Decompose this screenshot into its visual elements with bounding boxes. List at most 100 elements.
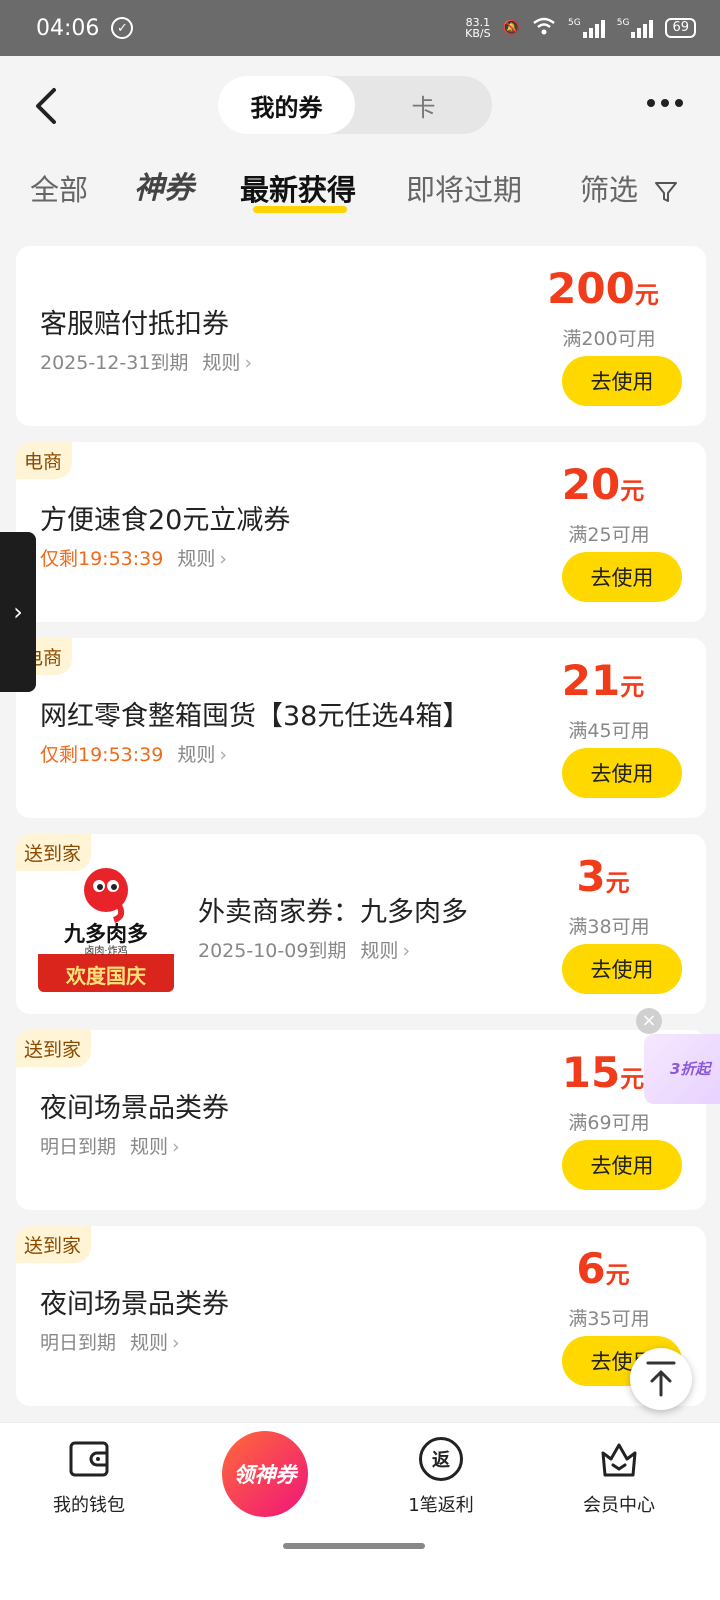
nav-member-center[interactable]: 会员中心 bbox=[554, 1437, 684, 1517]
coupon-rules-link[interactable]: 规则 bbox=[177, 744, 215, 766]
store-logo: 九多肉多 卤肉·炸鸡 欢度国庆 bbox=[38, 858, 174, 992]
signal-label-2: 5G bbox=[616, 18, 630, 28]
filter-tabs: 全部 神券 最新获得 即将过期 筛选 bbox=[0, 161, 720, 219]
chevron-right-icon: › bbox=[13, 598, 23, 626]
coupon-amount-value: 20 bbox=[561, 460, 621, 509]
coupon-card[interactable]: 电商 网红零食整箱囤货【38元任选4箱】 仅剩19:53:39 规则 › 21元 满… bbox=[16, 638, 706, 818]
coupon-condition: 满38可用 bbox=[568, 916, 650, 938]
rebate-icon: 返 bbox=[419, 1437, 463, 1481]
coupon-meta: 明日到期 规则 › bbox=[40, 1328, 180, 1355]
status-bar: 04:06 ✓ 83.1 KB/S 🔕 5G 5G 69 bbox=[0, 0, 720, 56]
coupon-amount: 200元 bbox=[528, 264, 678, 313]
coupon-expiry: 明日到期 bbox=[40, 1136, 117, 1158]
coupon-amount-value: 200 bbox=[547, 264, 635, 313]
coupon-rules-link[interactable]: 规则 bbox=[360, 940, 398, 962]
home-indicator[interactable] bbox=[283, 1543, 425, 1549]
coupon-card[interactable]: 九多肉多 卤肉·炸鸡 欢度国庆 送到家 外卖商家券：九多肉多 2025-10-0… bbox=[16, 834, 706, 1014]
check-circle-icon: ✓ bbox=[111, 17, 134, 39]
close-icon[interactable]: × bbox=[636, 1008, 662, 1034]
coupon-amount: 3元 bbox=[528, 852, 678, 901]
coupon-condition: 满35可用 bbox=[568, 1308, 650, 1330]
coupon-card[interactable]: 送到家 夜间场景品类券 明日到期 规则 › 15元 满69可用 去使用 bbox=[16, 1030, 706, 1210]
nav-get-coupons-label: 领神券 bbox=[233, 1463, 297, 1487]
coupon-amount: 6元 bbox=[528, 1244, 678, 1293]
crown-icon bbox=[601, 1443, 637, 1477]
nav-rebate-label: 1笔返利 bbox=[408, 1495, 474, 1516]
chevron-right-icon: › bbox=[244, 352, 253, 374]
coupon-expiry: 2025-12-31到期 bbox=[40, 352, 189, 374]
rebate-icon-char: 返 bbox=[432, 1450, 450, 1471]
network-speed: 83.1 KB/S bbox=[465, 17, 490, 39]
nav-wallet-label: 我的钱包 bbox=[53, 1495, 125, 1516]
tab-filter[interactable]: 筛选 bbox=[580, 167, 679, 209]
nav-wallet[interactable]: 我的钱包 bbox=[24, 1437, 154, 1517]
side-drawer-handle[interactable]: › bbox=[0, 532, 36, 692]
coupon-card[interactable]: 客服赔付抵扣券 2025-12-31到期 规则 › 200元 满200可用 去使用 bbox=[16, 246, 706, 426]
segment-cards[interactable]: 卡 bbox=[355, 76, 492, 134]
coupon-amount: 20元 bbox=[528, 460, 678, 509]
filter-funnel-icon bbox=[655, 182, 678, 202]
coupon-rules-link[interactable]: 规则 bbox=[130, 1136, 168, 1158]
floating-promo[interactable]: × 3折起 bbox=[634, 1008, 720, 1104]
coupon-amount-unit: 元 bbox=[620, 477, 645, 505]
chevron-right-icon: › bbox=[172, 1332, 180, 1354]
promo-text: 3折起 bbox=[670, 1060, 711, 1078]
coupon-title: 网红零食整箱囤货【38元任选4箱】 bbox=[40, 701, 470, 732]
back-to-top-button[interactable] bbox=[630, 1348, 692, 1410]
coupon-rules-link[interactable]: 规则 bbox=[177, 548, 215, 570]
coupon-condition: 满45可用 bbox=[568, 720, 650, 742]
coupon-title: 外卖商家券：九多肉多 bbox=[198, 897, 468, 928]
coupon-amount: 21元 bbox=[528, 656, 678, 705]
mute-icon: 🔕 bbox=[502, 20, 521, 36]
wallet-icon bbox=[69, 1441, 109, 1477]
use-coupon-button[interactable]: 去使用 bbox=[562, 944, 682, 994]
coupon-amount-unit: 元 bbox=[634, 281, 659, 309]
coupon-countdown: 仅剩19:53:39 bbox=[40, 548, 164, 570]
nav-get-coupons[interactable]: 领神券 bbox=[222, 1431, 308, 1517]
use-coupon-button[interactable]: 去使用 bbox=[562, 1140, 682, 1190]
coupon-title: 客服赔付抵扣券 bbox=[40, 309, 229, 340]
tab-expiring[interactable]: 即将过期 bbox=[406, 167, 522, 209]
coupon-card[interactable]: 送到家 夜间场景品类券 明日到期 规则 › 6元 满35可用 去使用 bbox=[16, 1226, 706, 1406]
coupon-rules-link[interactable]: 规则 bbox=[130, 1332, 168, 1354]
store-banner: 欢度国庆 bbox=[66, 964, 146, 988]
coupon-list[interactable]: 客服赔付抵扣券 2025-12-31到期 规则 › 200元 满200可用 去使用 … bbox=[0, 222, 720, 1422]
coupon-condition: 满25可用 bbox=[568, 524, 650, 546]
coupon-condition: 满200可用 bbox=[562, 328, 656, 350]
coupon-category-tag: 送到家 bbox=[16, 1226, 92, 1263]
coupon-rules-link[interactable]: 规则 bbox=[202, 352, 240, 374]
coupon-amount-value: 21 bbox=[561, 656, 621, 705]
coupon-card[interactable]: 电商 方便速食20元立减券 仅剩19:53:39 规则 › 20元 满25可用 去使… bbox=[16, 442, 706, 622]
coupon-title: 方便速食20元立减券 bbox=[40, 505, 291, 536]
tab-all[interactable]: 全部 bbox=[30, 167, 88, 209]
chevron-right-icon: › bbox=[172, 1136, 180, 1158]
coupon-meta: 仅剩19:53:39 规则 › bbox=[40, 544, 227, 571]
filter-label: 筛选 bbox=[580, 173, 639, 207]
status-time: 04:06 bbox=[36, 15, 100, 41]
coupon-meta: 仅剩19:53:39 规则 › bbox=[40, 740, 227, 767]
signal-label-1: 5G bbox=[568, 18, 581, 28]
back-arrow-icon[interactable] bbox=[30, 86, 64, 126]
coupon-amount-unit: 元 bbox=[605, 1261, 630, 1289]
header: 我的券 卡 全部 神券 最新获得 即将过期 筛选 bbox=[0, 56, 720, 220]
signal-icon-1: 5G bbox=[568, 18, 605, 38]
coupon-amount-value: 6 bbox=[576, 1244, 606, 1293]
more-options-icon[interactable] bbox=[640, 88, 690, 118]
coupon-expiry: 2025-10-09到期 bbox=[198, 940, 347, 962]
tab-shen-coupons[interactable]: 神券 bbox=[134, 163, 194, 207]
chevron-right-icon: › bbox=[219, 548, 227, 570]
segment-my-coupons[interactable]: 我的券 bbox=[218, 76, 355, 134]
use-coupon-button[interactable]: 去使用 bbox=[562, 552, 682, 602]
nav-rebate[interactable]: 返 1笔返利 bbox=[376, 1437, 506, 1517]
tab-latest[interactable]: 最新获得 bbox=[240, 167, 356, 209]
coupon-title: 夜间场景品类券 bbox=[40, 1289, 229, 1320]
signal-icon-2: 5G bbox=[617, 18, 654, 38]
coupon-category-tag: 送到家 bbox=[16, 1030, 92, 1067]
coupon-amount-unit: 元 bbox=[605, 869, 630, 897]
status-right: 83.1 KB/S 🔕 5G 5G 69 bbox=[465, 16, 696, 40]
chevron-right-icon: › bbox=[402, 940, 411, 962]
use-coupon-button[interactable]: 去使用 bbox=[562, 748, 682, 798]
bottom-nav: 我的钱包 领神券 返 1笔返利 会员中心 bbox=[0, 1422, 720, 1600]
use-coupon-button[interactable]: 去使用 bbox=[562, 356, 682, 406]
network-speed-unit: KB/S bbox=[465, 27, 491, 40]
